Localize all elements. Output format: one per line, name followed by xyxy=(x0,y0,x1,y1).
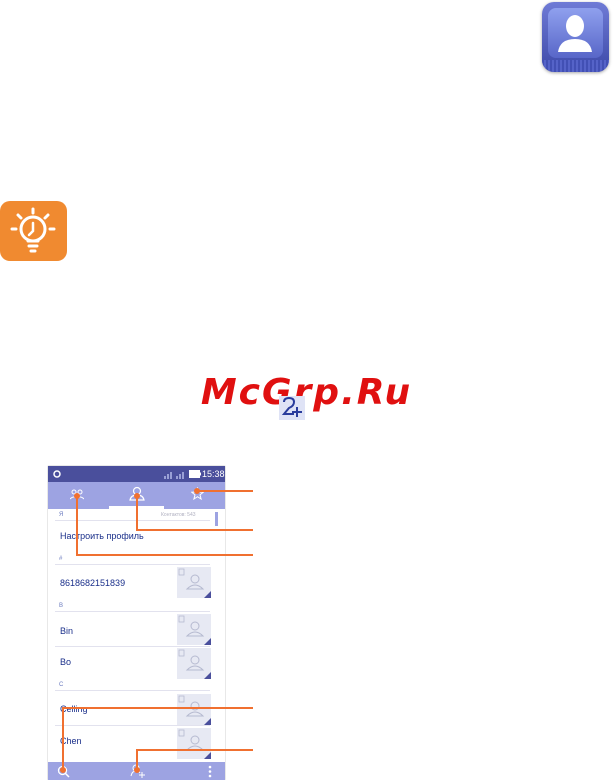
callout-dot xyxy=(194,488,200,494)
callout-search xyxy=(62,707,253,770)
callout-dot xyxy=(60,767,66,773)
callout-groups-tab xyxy=(76,496,253,556)
callout-add-contact xyxy=(136,749,253,770)
callout-dot xyxy=(134,493,140,499)
callout-person-tab xyxy=(136,496,253,531)
callout-dot xyxy=(134,767,140,773)
callout-group xyxy=(60,488,253,773)
callout-dot xyxy=(74,493,80,499)
callout-lines xyxy=(60,488,253,773)
